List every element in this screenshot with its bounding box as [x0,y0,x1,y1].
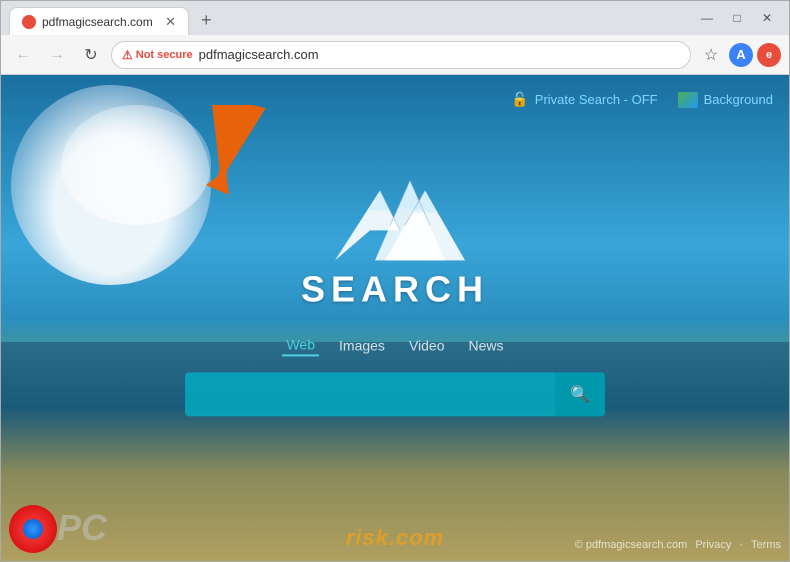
profile-initial: A [736,47,745,62]
minimize-button[interactable]: — [693,6,721,30]
page-top-controls: 🔓 Private Search - OFF Background [511,91,773,108]
navigation-bar: ← → ↻ ⚠ Not secure pdfmagicsearch.com ☆ … [1,35,789,75]
tab-close-button[interactable]: ✕ [165,14,176,30]
footer-separator: · [739,539,743,551]
copyright-text: © pdfmagicsearch.com [575,539,688,551]
nav-right-controls: ☆ A e [697,41,781,69]
back-button[interactable]: ← [9,41,37,69]
url-display: pdfmagicsearch.com [199,47,319,62]
address-bar[interactable]: ⚠ Not secure pdfmagicsearch.com [111,41,691,69]
search-box-container: 🔍 [185,372,605,416]
bookmark-button[interactable]: ☆ [697,41,725,69]
tabs-area: pdfmagicsearch.com ✕ + [9,1,689,35]
warning-icon: ⚠ [122,48,133,62]
pc-text: PC [57,507,107,549]
background-label: Background [704,92,773,107]
search-tabs: Web Images Video News [282,334,507,356]
tab-favicon [22,15,36,29]
new-tab-button[interactable]: + [193,6,220,35]
lock-icon: 🔓 [511,91,528,108]
center-content: SEARCH Web Images Video News 🔍 [185,170,605,416]
pc-logo-circle [9,505,57,553]
browser-frame: pdfmagicsearch.com ✕ + — □ ✕ ← → ↻ ⚠ Not… [0,0,790,562]
search-icon: 🔍 [570,384,590,404]
search-button[interactable]: 🔍 [555,372,605,416]
pc-logo-inner [23,519,43,539]
refresh-button[interactable]: ↻ [77,41,105,69]
not-secure-label: Not secure [136,49,193,61]
risk-watermark: risk.com [346,525,445,551]
close-window-button[interactable]: ✕ [753,6,781,30]
footer-privacy-link[interactable]: Privacy [695,539,731,551]
browser-icon-label: e [766,49,772,61]
footer-links: © pdfmagicsearch.com Privacy · Terms [575,539,781,551]
background-button[interactable]: Background [678,92,773,108]
security-indicator: ⚠ Not secure [122,48,193,62]
profile-avatar[interactable]: A [729,43,753,67]
private-search-label: Private Search - OFF [535,92,658,107]
footer-logo-area: PC [1,481,121,561]
maximize-button[interactable]: □ [723,6,751,30]
title-bar: pdfmagicsearch.com ✕ + — □ ✕ [1,1,789,35]
tab-web[interactable]: Web [282,334,319,356]
tab-video[interactable]: Video [405,334,449,356]
background-icon [678,92,698,108]
mountain-logo [325,170,465,270]
active-tab[interactable]: pdfmagicsearch.com ✕ [9,7,189,35]
logo-text: SEARCH [301,268,489,310]
tab-title: pdfmagicsearch.com [42,15,159,29]
page-content: 🔓 Private Search - OFF Background [1,75,789,561]
forward-button[interactable]: → [43,41,71,69]
tab-news[interactable]: News [465,334,508,356]
window-controls: — □ ✕ [693,6,781,30]
private-search-button[interactable]: 🔓 Private Search - OFF [511,91,657,108]
browser-icon: e [757,43,781,67]
search-input[interactable] [185,372,605,416]
tab-images[interactable]: Images [335,334,389,356]
footer-terms-link[interactable]: Terms [751,539,781,551]
